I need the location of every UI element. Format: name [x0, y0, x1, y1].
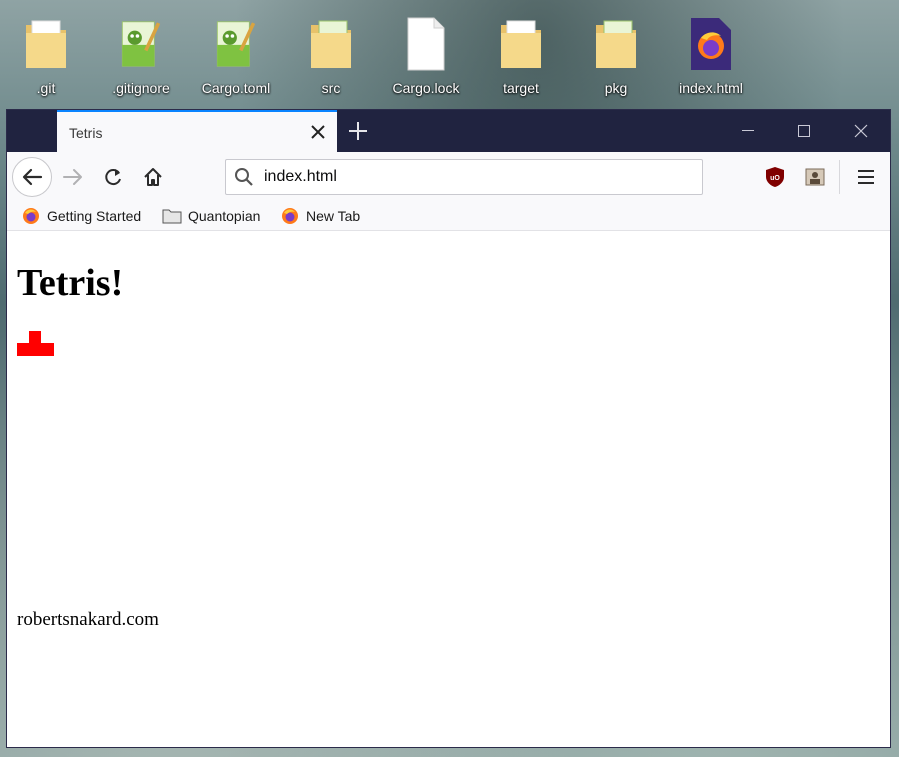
desktop-icon-cargo-toml[interactable]: Cargo.toml [196, 14, 276, 104]
reload-button[interactable] [95, 159, 131, 195]
maximize-icon[interactable] [776, 110, 832, 152]
extension-icon[interactable] [802, 164, 828, 190]
forward-button[interactable] [55, 159, 91, 195]
bookmark-label: Quantopian [188, 208, 261, 224]
close-tab-icon[interactable] [307, 121, 329, 143]
notepadpp-file-icon [117, 14, 165, 74]
desktop-icon-label: target [503, 80, 539, 96]
new-tab-button[interactable] [345, 118, 371, 144]
desktop-icon-git-folder[interactable]: .git [6, 14, 86, 104]
page-title: Tetris! [17, 262, 124, 304]
hamburger-menu-icon[interactable] [848, 159, 884, 195]
bookmark-getting-started[interactable]: Getting Started [21, 205, 141, 227]
desktop-icon-label: pkg [604, 80, 628, 96]
firefox-file-icon [687, 14, 735, 74]
desktop-icon-label: Cargo.lock [392, 80, 460, 96]
desktop-icon-gitignore[interactable]: .gitignore [101, 14, 181, 104]
blank-file-icon [402, 14, 450, 74]
desktop-icon-label: src [321, 80, 341, 96]
firefox-icon [280, 206, 300, 226]
url-input[interactable] [264, 160, 684, 194]
close-window-icon[interactable] [833, 110, 889, 152]
bookmark-quantopian[interactable]: Quantopian [162, 205, 260, 227]
back-button[interactable] [12, 157, 52, 197]
home-button[interactable] [135, 159, 171, 195]
browser-window: Tetris index.html uO Getting Started Qua… [7, 110, 890, 747]
bookmark-label: Getting Started [47, 208, 142, 224]
folder-icon [22, 14, 70, 74]
title-bar: Tetris [7, 110, 890, 152]
folder-icon [162, 206, 182, 226]
folder-icon [497, 14, 545, 74]
page-content: Tetris! robertsnakard.com [7, 231, 890, 747]
bookmark-label: New Tab [306, 208, 361, 224]
ublock-origin-icon[interactable]: uO [762, 164, 788, 190]
minimize-icon[interactable] [720, 110, 776, 152]
svg-text:uO: uO [770, 175, 780, 182]
desktop-icon-cargo-lock[interactable]: Cargo.lock [386, 14, 466, 104]
tetris-block [17, 343, 54, 356]
notepadpp-file-icon [212, 14, 260, 74]
navigation-toolbar: uO [7, 152, 890, 202]
folder-icon [307, 14, 355, 74]
desktop-icon-label: Cargo.toml [201, 80, 271, 96]
footer-text: robertsnakard.com [17, 609, 159, 630]
desktop-icon-src-folder[interactable]: src [291, 14, 371, 104]
desktop-icon-index-html[interactable]: index.html [671, 14, 751, 104]
tab-tetris[interactable]: Tetris [57, 110, 337, 152]
search-icon [234, 167, 254, 192]
desktop-icon-label: .gitignore [112, 80, 170, 96]
toolbar-separator [839, 160, 840, 194]
url-bar[interactable] [225, 159, 703, 195]
firefox-icon [21, 206, 41, 226]
folder-icon [592, 14, 640, 74]
bookmark-new-tab[interactable]: New Tab [280, 205, 360, 227]
bookmarks-toolbar: Getting Started Quantopian New Tab [7, 202, 890, 231]
tetris-t-piece [17, 331, 55, 357]
tetris-block [29, 331, 41, 343]
tab-title: Tetris [69, 125, 103, 141]
desktop-icon-target-folder[interactable]: target [481, 14, 561, 104]
desktop-icon-label: .git [36, 80, 56, 96]
desktop-icon-pkg-folder[interactable]: pkg [576, 14, 656, 104]
desktop-icon-label: index.html [679, 80, 743, 96]
